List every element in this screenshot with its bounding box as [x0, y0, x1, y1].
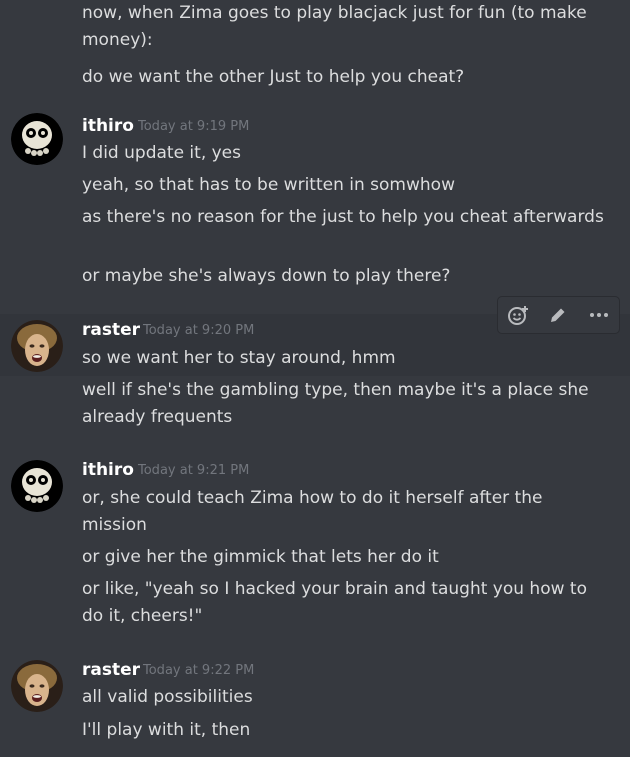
message-line: I'll play with it, then [82, 720, 251, 740]
message-timestamp: Today at 9:22 PM [143, 663, 255, 678]
face-avatar-icon [11, 320, 63, 372]
edit-message-button[interactable] [543, 300, 573, 330]
author-name[interactable]: raster [82, 660, 140, 680]
skull-avatar-icon [11, 113, 63, 165]
avatar-raster[interactable] [11, 320, 63, 372]
face-avatar-icon [11, 660, 63, 712]
message-actions-toolbar [497, 296, 620, 334]
edit-pencil-icon [551, 308, 565, 322]
more-options-icon [589, 313, 608, 317]
avatar-ithiro[interactable] [11, 113, 63, 165]
add-reaction-icon [508, 306, 529, 325]
message-line: do we want the other Just to help you ch… [82, 67, 465, 87]
message-line: I did update it, yes [82, 143, 242, 163]
message-line: yeah, so that has to be written in somwh… [82, 175, 455, 195]
message-line: or maybe she's always down to play there… [82, 266, 451, 286]
skull-avatar-icon [11, 460, 63, 512]
message-line: or give her the gimmick that lets her do… [82, 547, 439, 567]
message-line: well if she's the gambling type, then ma… [82, 380, 589, 427]
author-name[interactable]: raster [82, 320, 140, 340]
author-name[interactable]: ithiro [82, 116, 134, 136]
message-timestamp: Today at 9:21 PM [138, 463, 250, 478]
message-line: all valid possibilities [82, 687, 253, 707]
message-line: or like, "yeah so I hacked your brain an… [82, 579, 587, 626]
more-options-button[interactable] [584, 300, 614, 330]
avatar-ithiro[interactable] [11, 460, 63, 512]
author-name[interactable]: ithiro [82, 460, 134, 480]
chat-messages: now, when Zima goes to play blacjack jus… [0, 0, 630, 757]
add-reaction-button[interactable] [503, 300, 533, 330]
message-timestamp: Today at 9:20 PM [143, 323, 255, 338]
avatar-raster[interactable] [11, 660, 63, 712]
message-line: now, when Zima goes to play blacjack jus… [82, 3, 587, 50]
message-line: so we want her to stay around, hmm [82, 348, 396, 368]
message-line: as there's no reason for the just to hel… [82, 207, 604, 227]
message-line: or, she could teach Zima how to do it he… [82, 488, 543, 535]
message-timestamp: Today at 9:19 PM [138, 119, 250, 134]
